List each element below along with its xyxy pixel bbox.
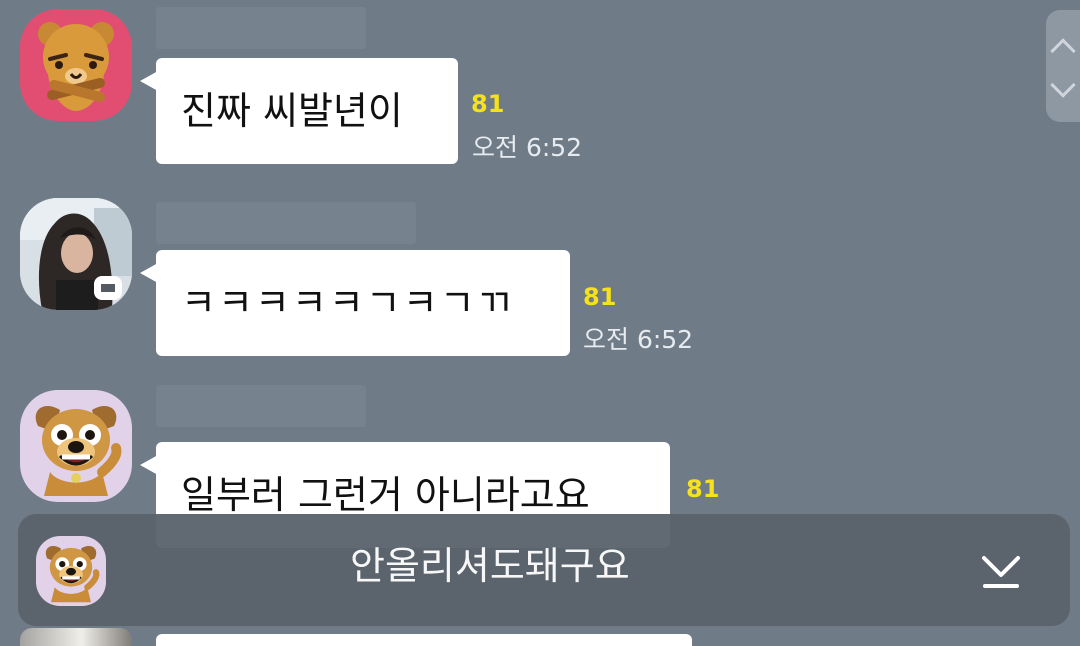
chevron-down-icon[interactable]	[1050, 72, 1076, 98]
chevron-up-icon[interactable]	[1050, 38, 1076, 64]
scroll-control[interactable]	[1046, 10, 1080, 122]
frodo-dog-icon	[36, 536, 106, 606]
sender-name-hidden	[156, 385, 366, 427]
message-time: 오전 6:52	[472, 133, 583, 162]
partial-message-bubble	[156, 634, 692, 646]
unread-count: 81	[471, 90, 505, 118]
sender-name-hidden	[156, 7, 366, 49]
new-message-preview[interactable]: 안올리셔도돼구요	[18, 514, 1070, 626]
message-text: ㅋㅋㅋㅋㅋㄱㅋㄱㄲ	[181, 281, 514, 325]
message-time: 오전 6:52	[583, 325, 694, 354]
message-text: 진짜 씨발년이	[181, 89, 403, 133]
preview-message-text: 안올리셔도돼구요	[350, 544, 630, 588]
ryan-bear-icon[interactable]	[20, 9, 132, 121]
partial-avatar	[20, 628, 132, 646]
profile-photo[interactable]	[20, 198, 132, 310]
message-bubble[interactable]: ㅋㅋㅋㅋㅋㄱㅋㄱㄲ	[140, 250, 570, 356]
unread-count: 81	[686, 475, 720, 503]
sender-name-hidden	[156, 202, 416, 244]
frodo-dog-icon[interactable]	[20, 390, 132, 502]
chat-area: 진짜 씨발년이 81 오전 6:52 ㅋㅋㅋㅋㅋㄱㅋㄱㄲ 81 오전 6:52	[0, 0, 1080, 646]
message-bubble[interactable]: 진짜 씨발년이	[140, 58, 458, 164]
unread-count: 81	[583, 283, 617, 311]
message-text: 일부러 그런거 아니라고요	[181, 473, 590, 517]
scroll-to-bottom-icon[interactable]	[978, 548, 1024, 592]
